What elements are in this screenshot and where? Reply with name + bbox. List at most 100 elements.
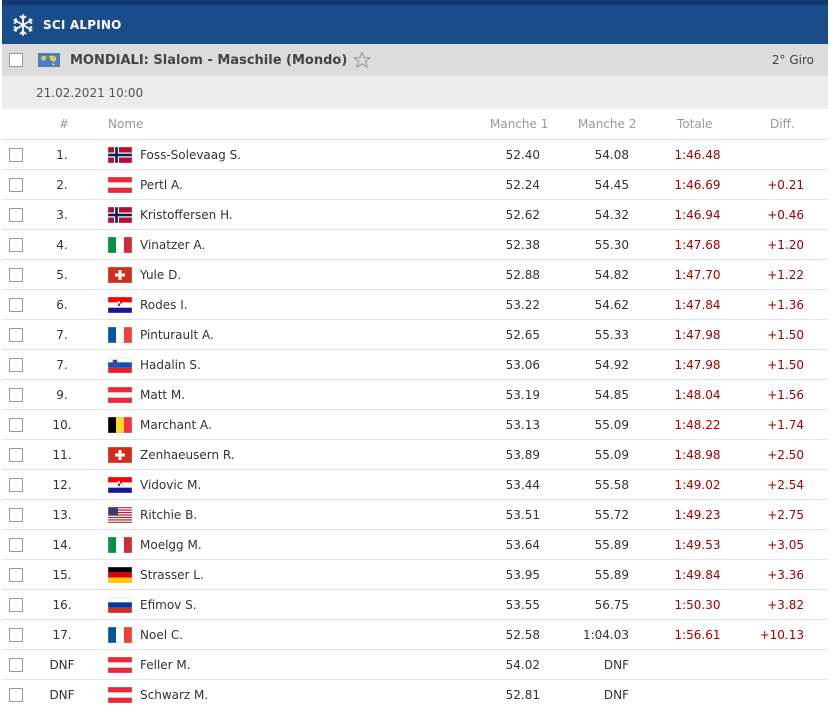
athlete-name[interactable]: Vinatzer A. <box>140 238 205 252</box>
row-checkbox[interactable] <box>9 328 23 342</box>
athlete-name[interactable]: Efimov S. <box>140 598 197 612</box>
row-checkbox[interactable] <box>9 178 23 192</box>
result-row[interactable]: 9. Matt M. 53.19 54.85 1:48.04 +1.56 <box>2 380 828 410</box>
col-run2: Manche 2 <box>578 117 637 131</box>
row-checkbox[interactable] <box>9 658 23 672</box>
time-diff: +0.21 <box>767 178 804 192</box>
row-checkbox[interactable] <box>9 418 23 432</box>
row-checkbox[interactable] <box>9 508 23 522</box>
run2-time: 55.33 <box>594 328 629 342</box>
result-row[interactable]: 3. Kristoffersen H. 52.62 54.32 1:46.94 +0.46 <box>2 200 828 230</box>
row-checkbox[interactable] <box>9 238 23 252</box>
result-row[interactable]: DNF Feller M. 54.02 DNF <box>2 650 828 680</box>
event-title: MONDIALI: Slalom - Maschile (Mondo) <box>70 52 348 68</box>
result-row[interactable]: 10. Marchant A. 53.13 55.09 1:48.22 +1.74 <box>2 410 828 440</box>
row-checkbox[interactable] <box>9 688 23 702</box>
athlete-name[interactable]: Moelgg M. <box>140 538 202 552</box>
athlete-rank: 4. <box>56 238 68 252</box>
total-time: 1:56.61 <box>674 628 721 642</box>
result-row[interactable]: 7. Hadalin S. 53.06 54.92 1:47.98 +1.50 <box>2 350 828 380</box>
run1-time: 53.06 <box>505 358 540 372</box>
run1-time: 52.58 <box>505 628 540 642</box>
total-time: 1:49.23 <box>674 508 721 522</box>
result-row[interactable]: 17. Noel C. 52.58 1:04.03 1:56.61 +10.13 <box>2 620 828 650</box>
athlete-name[interactable]: Feller M. <box>140 658 191 672</box>
row-checkbox[interactable] <box>9 628 23 642</box>
run1-time: 52.88 <box>505 268 540 282</box>
row-checkbox[interactable] <box>9 478 23 492</box>
event-checkbox[interactable] <box>9 53 23 67</box>
time-diff: +3.05 <box>767 538 804 552</box>
athlete-name[interactable]: Marchant A. <box>140 418 212 432</box>
result-row[interactable]: 14. Moelgg M. 53.64 55.89 1:49.53 +3.05 <box>2 530 828 560</box>
total-time: 1:48.98 <box>674 448 721 462</box>
result-row[interactable]: 12. Vidovic M. 53.44 55.58 1:49.02 +2.54 <box>2 470 828 500</box>
time-diff: +3.82 <box>767 598 804 612</box>
athlete-name[interactable]: Foss-Solevaag S. <box>140 148 241 162</box>
run2-time: 54.82 <box>594 268 629 282</box>
favorite-star-icon[interactable] <box>353 51 372 69</box>
athlete-name[interactable]: Strasser L. <box>140 568 204 582</box>
athlete-rank: 3. <box>56 208 68 222</box>
total-time: 1:48.04 <box>674 388 721 402</box>
row-checkbox[interactable] <box>9 448 23 462</box>
time-diff: +3.36 <box>767 568 804 582</box>
athlete-name[interactable]: Vidovic M. <box>140 478 201 492</box>
athlete-name[interactable]: Rodes I. <box>140 298 188 312</box>
row-checkbox[interactable] <box>9 568 23 582</box>
result-row[interactable]: DNF Schwarz M. 52.81 DNF <box>2 680 828 706</box>
run2-time: DNF <box>603 688 629 702</box>
row-checkbox[interactable] <box>9 148 23 162</box>
athlete-name[interactable]: Zenhaeusern R. <box>140 448 235 462</box>
athlete-rank: 16. <box>52 598 72 612</box>
time-diff: +1.22 <box>767 268 804 282</box>
athlete-name[interactable]: Matt M. <box>140 388 185 402</box>
run2-time: 54.08 <box>594 148 629 162</box>
col-rank: # <box>59 117 70 131</box>
results-column-header: # Nome Manche 1 Manche 2 Totale Diff. <box>2 109 828 140</box>
row-checkbox[interactable] <box>9 358 23 372</box>
time-diff: +10.13 <box>759 628 804 642</box>
result-row[interactable]: 6. Rodes I. 53.22 54.62 1:47.84 +1.36 <box>2 290 828 320</box>
result-row[interactable]: 11. Zenhaeusern R. 53.89 55.09 1:48.98 +2.50 <box>2 440 828 470</box>
col-diff: Diff. <box>770 117 795 131</box>
row-checkbox[interactable] <box>9 388 23 402</box>
result-row[interactable]: 5. Yule D. 52.88 54.82 1:47.70 +1.22 <box>2 260 828 290</box>
athlete-name[interactable]: Schwarz M. <box>140 688 208 702</box>
result-row[interactable]: 4. Vinatzer A. 52.38 55.30 1:47.68 +1.20 <box>2 230 828 260</box>
col-run1: Manche 1 <box>490 117 549 131</box>
run1-time: 53.19 <box>505 388 540 402</box>
athlete-name[interactable]: Noel C. <box>140 628 183 642</box>
result-row[interactable]: 16. Efimov S. 53.55 56.75 1:50.30 +3.82 <box>2 590 828 620</box>
run2-time: 54.85 <box>594 388 629 402</box>
athlete-name[interactable]: Hadalin S. <box>140 358 201 372</box>
row-checkbox[interactable] <box>9 208 23 222</box>
total-time: 1:50.30 <box>674 598 721 612</box>
row-checkbox[interactable] <box>9 538 23 552</box>
athlete-name[interactable]: Pertl A. <box>140 178 183 192</box>
athlete-name[interactable]: Yule D. <box>140 268 181 282</box>
athlete-rank: 7. <box>56 358 68 372</box>
athlete-name[interactable]: Ritchie B. <box>140 508 197 522</box>
athlete-name[interactable]: Pinturault A. <box>140 328 214 342</box>
run2-time: 55.72 <box>594 508 629 522</box>
result-row[interactable]: 2. Pertl A. 52.24 54.45 1:46.69 +0.21 <box>2 170 828 200</box>
athlete-rank: 7. <box>56 328 68 342</box>
result-row[interactable]: 1. Foss-Solevaag S. 52.40 54.08 1:46.48 <box>2 140 828 170</box>
country-flag-icon <box>108 417 132 433</box>
result-row[interactable]: 15. Strasser L. 53.95 55.89 1:49.84 +3.36 <box>2 560 828 590</box>
athlete-name[interactable]: Kristoffersen H. <box>140 208 233 222</box>
athlete-rank: 2. <box>56 178 68 192</box>
row-checkbox[interactable] <box>9 268 23 282</box>
row-checkbox[interactable] <box>9 298 23 312</box>
run1-time: 52.62 <box>505 208 540 222</box>
result-row[interactable]: 7. Pinturault A. 52.65 55.33 1:47.98 +1.50 <box>2 320 828 350</box>
run1-time: 52.38 <box>505 238 540 252</box>
result-row[interactable]: 13. Ritchie B. 53.51 55.72 1:49.23 +2.75 <box>2 500 828 530</box>
snowflake-icon <box>13 13 33 36</box>
row-checkbox[interactable] <box>9 598 23 612</box>
run1-time: 52.81 <box>505 688 540 702</box>
total-time: 1:46.94 <box>674 208 721 222</box>
country-flag-icon <box>108 597 132 613</box>
run1-time: 53.13 <box>505 418 540 432</box>
